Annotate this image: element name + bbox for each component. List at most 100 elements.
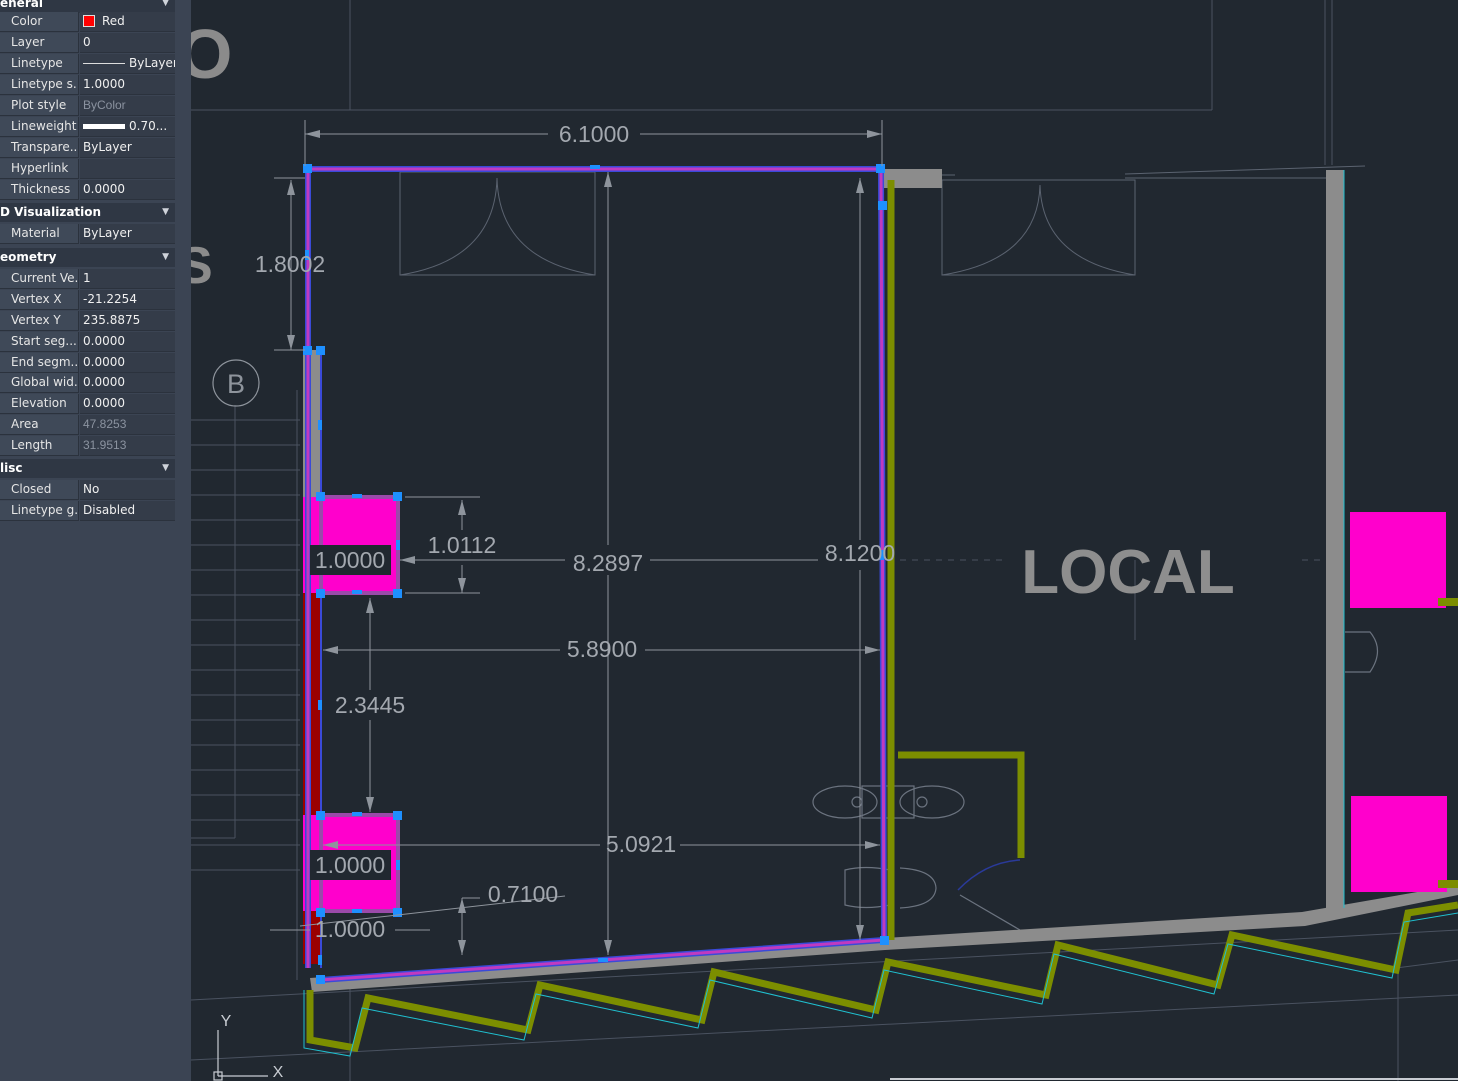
prop-value[interactable]: 0 <box>80 33 175 53</box>
prop-key: Material <box>0 224 79 244</box>
dim-text: 5.8900 <box>567 636 637 662</box>
dim-text: 8.1200 <box>825 540 895 566</box>
prop-value[interactable]: 1 <box>80 269 175 289</box>
color-swatch-icon <box>83 15 95 27</box>
prop-value: 47.8253 <box>80 415 175 435</box>
prop-row-linetype-scale[interactable]: Linetype s... 1.0000 <box>0 75 175 95</box>
linetype-preview-icon <box>83 63 125 64</box>
prop-row-hyperlink[interactable]: Hyperlink <box>0 159 175 179</box>
lineweight-preview-icon <box>83 124 125 129</box>
prop-value[interactable]: 0.0000 <box>80 332 175 352</box>
dim-text: 1.8002 <box>255 251 325 277</box>
section-title: lisc <box>0 461 23 475</box>
prop-key: Plot style <box>0 96 79 116</box>
prop-row-vertex-y[interactable]: Vertex Y 235.8875 <box>0 311 175 331</box>
prop-row-current-vertex[interactable]: Current Ve... 1 <box>0 269 175 289</box>
dim-text: 1.0000 <box>315 852 385 878</box>
ucs-x-label: X <box>273 1064 284 1081</box>
prop-row-area: Area 47.8253 <box>0 415 175 435</box>
collapse-arrow-icon[interactable]: ▼ <box>162 459 169 478</box>
partial-label-top: O <box>191 15 232 93</box>
prop-value[interactable]: 0.70... <box>80 117 175 137</box>
prop-key: Hyperlink <box>0 159 79 179</box>
dim-text: 5.0921 <box>606 831 676 857</box>
ucs-icon <box>213 1030 268 1081</box>
prop-row-length: Length 31.9513 <box>0 436 175 456</box>
prop-key: Vertex Y <box>0 311 79 331</box>
section-geometry-header[interactable]: eometry ▼ <box>0 248 175 267</box>
dim-text: 6.1000 <box>559 121 629 147</box>
prop-key: Transpare... <box>0 138 79 158</box>
prop-row-layer[interactable]: Layer 0 <box>0 33 175 53</box>
prop-key: Vertex X <box>0 290 79 310</box>
prop-key: Length <box>0 436 79 456</box>
prop-row-plot-style[interactable]: Plot style ByColor <box>0 96 175 116</box>
prop-key: Linetype s... <box>0 75 79 95</box>
partial-label-mid: S <box>191 237 213 295</box>
prop-value[interactable]: 235.8875 <box>80 311 175 331</box>
prop-key: Layer <box>0 33 79 53</box>
prop-key: Current Ve... <box>0 269 79 289</box>
prop-value[interactable]: 0.0000 <box>80 353 175 373</box>
dim-text: 1.0000 <box>315 547 385 573</box>
ucs-y-label: Y <box>221 1013 232 1030</box>
dim-text: 1.0112 <box>428 532 497 558</box>
prop-row-material[interactable]: Material ByLayer <box>0 224 175 244</box>
prop-row-linetype[interactable]: Linetype ByLayer <box>0 54 175 74</box>
prop-key: Thickness <box>0 180 79 200</box>
prop-row-vertex-x[interactable]: Vertex X -21.2254 <box>0 290 175 310</box>
door-swing-arc <box>957 859 1021 891</box>
grid-bubble-label: B <box>227 369 245 399</box>
prop-value[interactable]: 0.0000 <box>80 373 175 393</box>
floor-plan: O S B 6.1000 1.8002 1.0112 8.2897 8.1200… <box>191 0 1458 1081</box>
prop-row-start-segment-width[interactable]: Start seg... 0.0000 <box>0 332 175 352</box>
prop-key: Elevation <box>0 394 79 414</box>
prop-value[interactable]: Red <box>80 12 175 32</box>
dim-text: 2.3445 <box>335 692 405 718</box>
prop-value[interactable]: No <box>80 480 175 500</box>
dim-text: 1.0000 <box>315 916 385 942</box>
prop-value[interactable]: ByLayer <box>80 54 175 74</box>
prop-key: End segm... <box>0 353 79 373</box>
prop-value-text: 0.70... <box>129 119 168 133</box>
section-title: eometry <box>0 250 57 264</box>
prop-key: Color <box>0 12 79 32</box>
olive-stub <box>1438 880 1458 888</box>
prop-row-thickness[interactable]: Thickness 0.0000 <box>0 180 175 200</box>
prop-value[interactable] <box>80 159 175 179</box>
prop-row-linetype-generation[interactable]: Linetype g... Disabled <box>0 501 175 521</box>
dim-text: 0.7100 <box>488 881 558 907</box>
collapse-arrow-icon[interactable]: ▼ <box>162 203 169 222</box>
room-label: LOCAL <box>1021 538 1235 607</box>
prop-value-text: ByLayer <box>129 56 175 70</box>
prop-key: Global wid... <box>0 373 79 393</box>
prop-key: Lineweight <box>0 117 79 137</box>
section-misc-header[interactable]: lisc ▼ <box>0 459 175 478</box>
prop-row-elevation[interactable]: Elevation 0.0000 <box>0 394 175 414</box>
prop-row-closed[interactable]: Closed No <box>0 480 175 500</box>
prop-row-transparency[interactable]: Transpare... ByLayer <box>0 138 175 158</box>
prop-row-lineweight[interactable]: Lineweight 0.70... <box>0 117 175 137</box>
prop-value[interactable]: Disabled <box>80 501 175 521</box>
prop-key: Start seg... <box>0 332 79 352</box>
collapse-arrow-icon[interactable]: ▼ <box>162 248 169 267</box>
prop-value[interactable]: ByLayer <box>80 224 175 244</box>
drawing-canvas[interactable]: O S B 6.1000 1.8002 1.0112 8.2897 8.1200… <box>191 0 1458 1081</box>
prop-value[interactable]: 1.0000 <box>80 75 175 95</box>
prop-value[interactable]: -21.2254 <box>80 290 175 310</box>
prop-key: Area <box>0 415 79 435</box>
prop-row-color[interactable]: Color Red <box>0 12 175 32</box>
section-3d-visualization-header[interactable]: D Visualization ▼ <box>0 203 175 222</box>
dim-text: 8.2897 <box>573 550 643 576</box>
prop-value[interactable]: 0.0000 <box>80 180 175 200</box>
prop-value: ByColor <box>80 96 175 116</box>
prop-value[interactable]: ByLayer <box>80 138 175 158</box>
olive-stub <box>1438 598 1458 606</box>
prop-key: Linetype <box>0 54 79 74</box>
prop-row-global-width[interactable]: Global wid... 0.0000 <box>0 373 175 393</box>
prop-value: 31.9513 <box>80 436 175 456</box>
prop-value[interactable]: 0.0000 <box>80 394 175 414</box>
prop-key: Linetype g... <box>0 501 79 521</box>
properties-palette: eneral ▼ Color Red Layer 0 Linetype ByLa… <box>0 0 191 1081</box>
prop-row-end-segment-width[interactable]: End segm... 0.0000 <box>0 353 175 373</box>
